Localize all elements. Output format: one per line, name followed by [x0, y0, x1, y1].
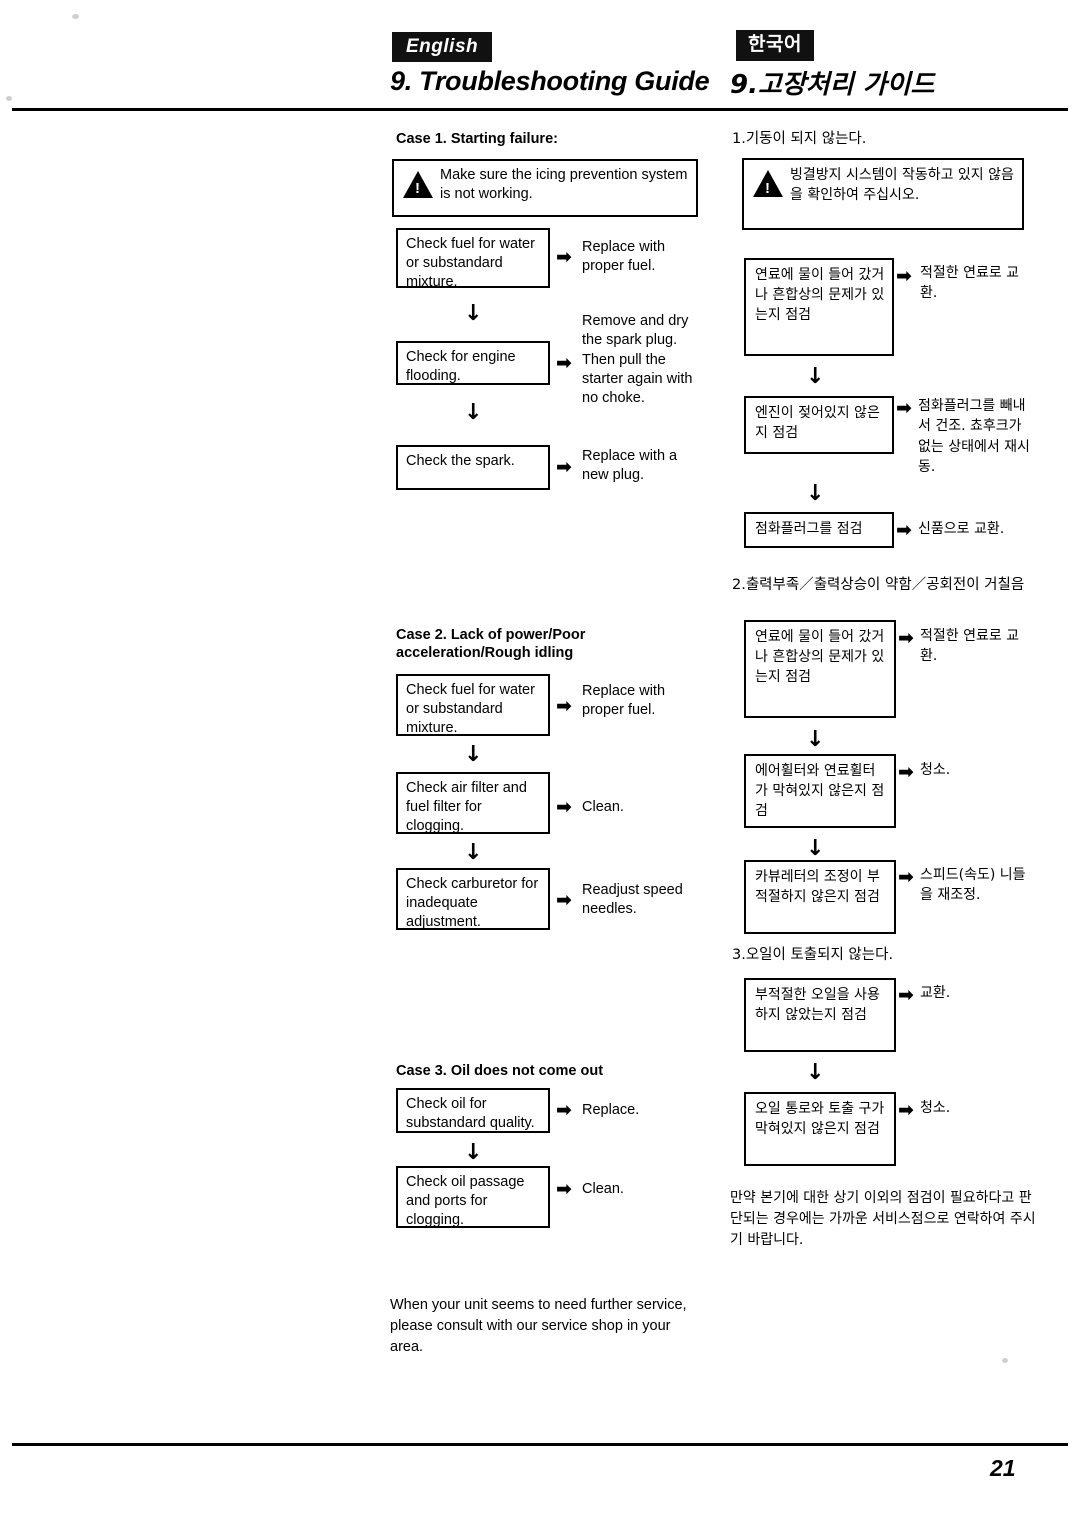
document-page: English 한국어 9. Troubleshooting Guide 9.고… [0, 0, 1080, 1526]
case1-step2-check-box: Check for engine flooding. [396, 341, 550, 385]
korean-case1-step3-action-text: 신품으로 교환. [918, 521, 1005, 537]
korean-case2-step2-check-text: 에어휠터와 연료휠터가 막혀있지 않은지 점검 [755, 763, 885, 819]
korean-case3-step2-check-text: 오일 통로와 토출 구가 막혀있지 않은지 점검 [755, 1101, 885, 1137]
case3-step2-check-text: Check oil passage and ports for clogging… [406, 1174, 525, 1229]
korean-case2-step3-check-text: 카뷰레터의 조정이 부적절하지 않은지 점검 [755, 869, 880, 905]
korean-case1-heading: 1.기동이 되지 않는다. [732, 131, 867, 147]
arrow-down-icon: ↓ [806, 481, 825, 506]
korean-case3-step1-check-text: 부적절한 오일을 사용하지 않았는지 점검 [755, 987, 880, 1023]
case1-warning-box: Make sure the icing prevention system is… [392, 159, 698, 217]
page-number: 21 [990, 1455, 1016, 1481]
case1-warning-text: Make sure the icing prevention system is… [440, 167, 688, 203]
case1-step2-check-text: Check for engine flooding. [406, 349, 516, 385]
case3-step2-action-text: Clean. [582, 1181, 624, 1197]
korean-case2-step1-check-text: 연료에 물이 들어 갔거나 흔합상의 문제가 있는지 점검 [755, 629, 885, 685]
case1-step3-check-box: Check the spark. [396, 445, 550, 490]
korean-case1-step1-check-box: 연료에 물이 들어 갔거나 흔합상의 문제가 있는지 점검 [744, 258, 894, 356]
arrow-right-icon: ➡ [556, 695, 572, 717]
arrow-right-icon: ➡ [556, 456, 572, 478]
arrow-down-icon: ↓ [806, 836, 825, 861]
arrow-right-icon: ➡ [898, 627, 914, 649]
arrow-right-icon: ➡ [896, 519, 912, 541]
case1-step1-check-text: Check fuel for water or substandard mixt… [406, 236, 535, 291]
footer-divider [12, 1443, 1068, 1446]
section-title-english: 9. Troubleshooting Guide [390, 66, 710, 96]
page-speck [6, 96, 12, 101]
arrow-right-icon: ➡ [556, 1178, 572, 1200]
arrow-down-icon: ↓ [464, 400, 483, 425]
korean-case2-step2-check-box: 에어휠터와 연료휠터가 막혀있지 않은지 점검 [744, 754, 896, 828]
korean-case1-step1-action-text: 적절한 연료로 교환. [920, 265, 1020, 302]
arrow-down-icon: ↓ [464, 301, 483, 326]
case2-heading: Case 2. Lack of power/Poor acceleration/… [396, 627, 586, 662]
arrow-right-icon: ➡ [896, 397, 912, 419]
korean-case1-warning-text: 빙결방지 시스템이 작동하고 있지 않음을 확인하여 주십시오. [790, 167, 1014, 203]
page-speck [72, 14, 79, 19]
arrow-right-icon: ➡ [556, 889, 572, 911]
case3-step1-check-text: Check oil for substandard quality. [406, 1096, 535, 1132]
arrow-right-icon: ➡ [556, 796, 572, 818]
korean-case2-heading: 2.출력부족／출력상승이 약함／공회전이 거칠음 [732, 577, 1025, 593]
section-title-korean: 9.고장처리 가이드 [730, 70, 935, 100]
korean-case3-heading: 3.오일이 토출되지 않는다. [732, 947, 894, 963]
case2-step1-action-text: Replace with proper fuel. [582, 683, 666, 719]
english-footer-note: When your unit seems to need further ser… [390, 1297, 687, 1356]
arrow-right-icon: ➡ [898, 761, 914, 783]
language-tag-english: English [392, 32, 493, 62]
case2-step2-check-box: Check air filter and fuel filter for clo… [396, 772, 550, 834]
korean-footer-note: 만약 본기에 대한 상기 이외의 점검이 필요하다고 판단되는 경우에는 가까운… [730, 1190, 1036, 1248]
korean-case3-step1-check-box: 부적절한 오일을 사용하지 않았는지 점검 [744, 978, 896, 1052]
arrow-right-icon: ➡ [896, 265, 912, 287]
arrow-right-icon: ➡ [898, 1099, 914, 1121]
case1-step1-action-text: Replace with proper fuel. [582, 239, 666, 275]
korean-case1-step1-check-text: 연료에 물이 들어 갔거나 흔합상의 문제가 있는지 점검 [755, 267, 885, 323]
page-speck [1002, 1358, 1008, 1363]
korean-case2-step1-action-text: 적절한 연료로 교환. [920, 628, 1020, 665]
case2-step3-check-text: Check carburetor for inadequate adjustme… [406, 876, 539, 931]
arrow-down-icon: ↓ [806, 1060, 825, 1085]
arrow-down-icon: ↓ [464, 1140, 483, 1165]
case3-heading: Case 3. Oil does not come out [396, 1063, 604, 1079]
arrow-right-icon: ➡ [556, 1099, 572, 1121]
case2-step3-action-text: Readjust speed needles. [582, 882, 683, 918]
case1-heading: Case 1. Starting failure: [396, 131, 558, 147]
korean-case3-step1-action-text: 교환. [920, 985, 951, 1001]
warning-triangle-icon [403, 171, 433, 199]
korean-case2-step1-check-box: 연료에 물이 들어 갔거나 흔합상의 문제가 있는지 점검 [744, 620, 896, 718]
korean-case3-step2-check-box: 오일 통로와 토출 구가 막혀있지 않은지 점검 [744, 1092, 896, 1166]
arrow-down-icon: ↓ [464, 840, 483, 865]
korean-case1-warning-box: 빙결방지 시스템이 작동하고 있지 않음을 확인하여 주십시오. [742, 158, 1024, 230]
arrow-right-icon: ➡ [898, 866, 914, 888]
arrow-right-icon: ➡ [556, 246, 572, 268]
language-tag-korean: 한국어 [736, 30, 814, 61]
korean-case3-step2-action-text: 청소. [920, 1100, 951, 1116]
korean-case1-step2-check-box: 엔진이 젖어있지 않은지 점검 [744, 396, 894, 454]
case1-step2-action-text: Remove and dry the spark plug. Then pull… [582, 313, 693, 407]
case2-step2-action-text: Clean. [582, 799, 624, 815]
arrow-right-icon: ➡ [556, 352, 572, 374]
case2-step1-check-box: Check fuel for water or substandard mixt… [396, 674, 550, 736]
arrow-down-icon: ↓ [806, 727, 825, 752]
korean-case2-step2-action-text: 청소. [920, 762, 951, 778]
case1-step1-check-box: Check fuel for water or substandard mixt… [396, 228, 550, 291]
korean-case1-step3-check-box: 점화플러그를 점검 [744, 512, 894, 548]
case2-step1-check-text: Check fuel for water or substandard mixt… [406, 682, 535, 737]
case3-step1-check-box: Check oil for substandard quality. [396, 1088, 550, 1133]
korean-case2-step3-check-box: 카뷰레터의 조정이 부적절하지 않은지 점검 [744, 860, 896, 934]
case2-step2-check-text: Check air filter and fuel filter for clo… [406, 780, 527, 835]
korean-case1-step2-check-text: 엔진이 젖어있지 않은지 점검 [755, 405, 880, 441]
warning-triangle-icon [753, 170, 783, 199]
case3-step1-action-text: Replace. [582, 1102, 640, 1118]
korean-case2-step3-action-text: 스피드(속도) 니들을 재조정. [920, 867, 1026, 904]
header-divider [12, 108, 1068, 111]
arrow-down-icon: ↓ [806, 364, 825, 389]
arrow-down-icon: ↓ [464, 742, 483, 767]
case1-step3-check-text: Check the spark. [406, 453, 515, 469]
case2-step3-check-box: Check carburetor for inadequate adjustme… [396, 868, 550, 930]
arrow-right-icon: ➡ [898, 984, 914, 1006]
korean-case1-step3-check-text: 점화플러그를 점검 [755, 521, 863, 537]
korean-case1-step2-action-text: 점화플러그를 빼내서 건조. 쵸후크가 없는 상태에서 재시동. [918, 398, 1030, 475]
case3-step2-check-box: Check oil passage and ports for clogging… [396, 1166, 550, 1228]
case1-step3-action-text: Replace with a new plug. [582, 448, 678, 484]
